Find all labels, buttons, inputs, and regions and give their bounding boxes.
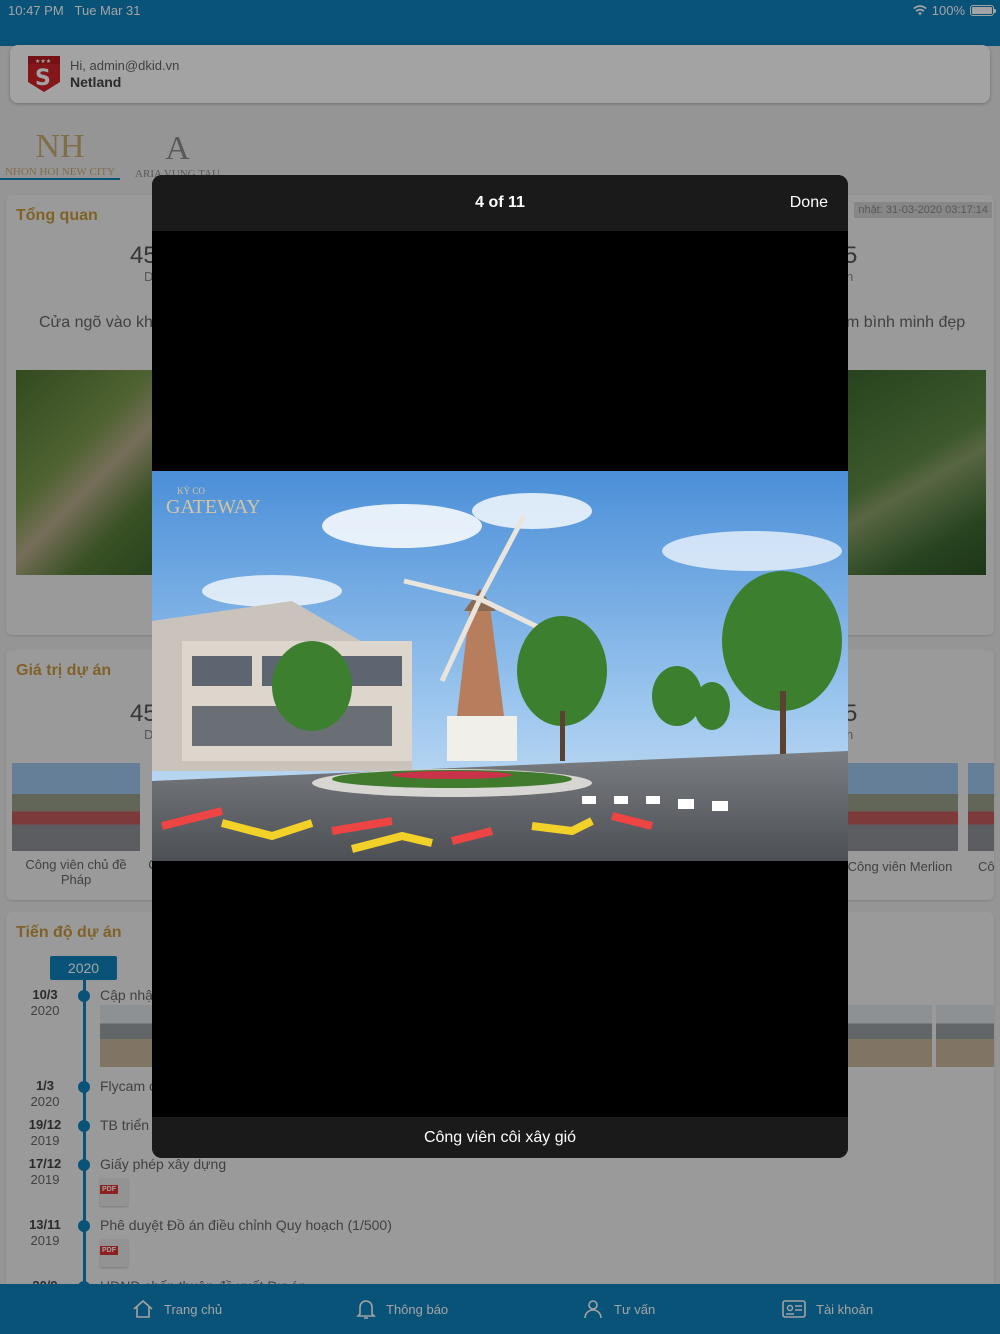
- viewer-footer: Công viên côi xây gió: [152, 1117, 848, 1158]
- gallery-photo[interactable]: KỲ CO GATEWAY: [152, 471, 848, 861]
- windmill-scene: [152, 471, 848, 861]
- viewer-header: 4 of 11 Done: [152, 175, 848, 231]
- photo-viewer: 4 of 11 Done KỲ CO GATEWAY Công viên côi…: [152, 175, 848, 1158]
- done-button[interactable]: Done: [790, 194, 828, 212]
- gateway-watermark: KỲ CO GATEWAY: [166, 486, 261, 518]
- photo-caption: Công viên côi xây gió: [423, 1129, 577, 1146]
- photo-counter: 4 of 11: [475, 194, 525, 211]
